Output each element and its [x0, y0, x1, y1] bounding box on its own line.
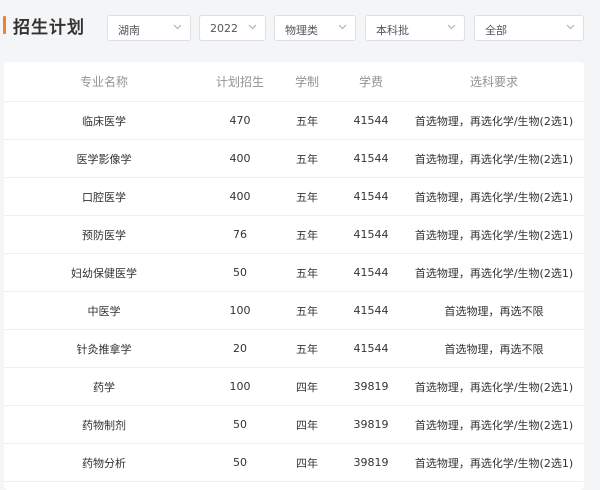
subject-requirement: 首选物理，再选不限 — [444, 342, 544, 356]
table-header-row: 专业名称 计划招生 学制 学费 选科要求 — [4, 62, 584, 102]
header-major-name: 专业名称 — [79, 75, 128, 89]
plan-count: 470 — [229, 114, 251, 127]
tuition: 41544 — [353, 342, 389, 355]
subject-requirement: 首选物理，再选化学/生物(2选1) — [414, 266, 574, 280]
major-name: 药物分析 — [82, 456, 126, 470]
tuition: 39819 — [353, 380, 389, 393]
chevron-down-icon — [173, 24, 182, 30]
province-select-value: 湖南 — [118, 24, 140, 37]
header-tuition: 学费 — [358, 75, 383, 89]
category-select-value: 全部 — [485, 24, 507, 37]
major-name: 临床医学 — [82, 114, 126, 128]
plan-count: 400 — [229, 152, 251, 165]
plan-count: 50 — [233, 418, 247, 431]
header-plan-count: 计划招生 — [215, 75, 264, 89]
batch-select-value: 本科批 — [376, 24, 409, 37]
batch-select[interactable]: 本科批 — [365, 15, 465, 41]
header-duration: 学制 — [294, 75, 319, 89]
duration: 五年 — [296, 114, 318, 128]
major-name: 医学影像学 — [76, 152, 132, 166]
tuition: 41544 — [353, 114, 389, 127]
major-name: 针灸推拿学 — [76, 342, 132, 356]
major-name: 妇幼保健医学 — [71, 266, 137, 280]
plan-count: 20 — [233, 342, 247, 355]
plan-count: 76 — [233, 228, 247, 241]
table-row: 口腔医学 400 五年 41544 首选物理，再选化学/生物(2选1) — [4, 178, 584, 216]
table-row: 针灸推拿学 20 五年 41544 首选物理，再选不限 — [4, 330, 584, 368]
table-row: 中医学 100 五年 41544 首选物理，再选不限 — [4, 292, 584, 330]
subject-requirement: 首选物理，再选化学/生物(2选1) — [414, 152, 574, 166]
plan-count: 50 — [233, 266, 247, 279]
tuition: 41544 — [353, 266, 389, 279]
chevron-down-icon — [338, 24, 347, 30]
chevron-down-icon — [566, 24, 575, 30]
subject-requirement: 首选物理，再选化学/生物(2选1) — [414, 456, 574, 470]
chevron-down-icon — [248, 24, 257, 30]
subject-requirement: 首选物理，再选化学/生物(2选1) — [414, 190, 574, 204]
duration: 四年 — [296, 456, 318, 470]
category-select[interactable]: 全部 — [474, 15, 584, 41]
table-row: 药学 100 四年 39819 首选物理，再选化学/生物(2选1) — [4, 368, 584, 406]
duration: 五年 — [296, 228, 318, 242]
duration: 四年 — [296, 418, 318, 432]
tuition: 41544 — [353, 304, 389, 317]
plan-count: 100 — [229, 304, 251, 317]
duration: 四年 — [296, 380, 318, 394]
major-name: 口腔医学 — [82, 190, 126, 204]
plan-count: 400 — [229, 190, 251, 203]
province-select[interactable]: 湖南 — [107, 15, 191, 41]
page-header: 招生计划 湖南 2022 物理类 本科批 全部 — [0, 0, 600, 52]
subject-requirement: 首选物理，再选化学/生物(2选1) — [414, 228, 574, 242]
major-name: 药物制剂 — [82, 418, 126, 432]
chevron-down-icon — [447, 24, 456, 30]
subject-requirement: 首选物理，再选化学/生物(2选1) — [414, 380, 574, 394]
duration: 五年 — [296, 266, 318, 280]
plan-count: 100 — [229, 380, 251, 393]
title-accent-bar — [3, 16, 6, 34]
table-row: 药物分析 50 四年 39819 首选物理，再选化学/生物(2选1) — [4, 444, 584, 482]
subject-type-select-value: 物理类 — [285, 24, 318, 37]
year-select-value: 2022 — [210, 22, 238, 35]
tuition: 41544 — [353, 228, 389, 241]
duration: 五年 — [296, 152, 318, 166]
subject-type-select[interactable]: 物理类 — [274, 15, 356, 41]
table-row: 临床医学 470 五年 41544 首选物理，再选化学/生物(2选1) — [4, 102, 584, 140]
table-row: 医学影像学 400 五年 41544 首选物理，再选化学/生物(2选1) — [4, 140, 584, 178]
subject-requirement: 首选物理，再选不限 — [444, 304, 544, 318]
duration: 五年 — [296, 190, 318, 204]
subject-requirement: 首选物理，再选化学/生物(2选1) — [414, 114, 574, 128]
plan-count: 50 — [233, 456, 247, 469]
tuition: 41544 — [353, 190, 389, 203]
duration: 五年 — [296, 342, 318, 356]
major-name: 药学 — [93, 380, 115, 394]
year-select[interactable]: 2022 — [199, 15, 266, 41]
header-subject-requirement: 选科要求 — [469, 75, 518, 89]
duration: 五年 — [296, 304, 318, 318]
table-row: 预防医学 76 五年 41544 首选物理，再选化学/生物(2选1) — [4, 216, 584, 254]
tuition: 39819 — [353, 418, 389, 431]
subject-requirement: 首选物理，再选化学/生物(2选1) — [414, 418, 574, 432]
table-row: 药物制剂 50 四年 39819 首选物理，再选化学/生物(2选1) — [4, 406, 584, 444]
tuition: 39819 — [353, 456, 389, 469]
table-row: 妇幼保健医学 50 五年 41544 首选物理，再选化学/生物(2选1) — [4, 254, 584, 292]
tuition: 41544 — [353, 152, 389, 165]
major-name: 预防医学 — [82, 228, 126, 242]
major-name: 中医学 — [87, 304, 121, 318]
enrollment-plan-table: 专业名称 计划招生 学制 学费 选科要求 临床医学 470 五年 41544 首… — [4, 62, 584, 490]
page-title: 招生计划 — [13, 18, 85, 38]
